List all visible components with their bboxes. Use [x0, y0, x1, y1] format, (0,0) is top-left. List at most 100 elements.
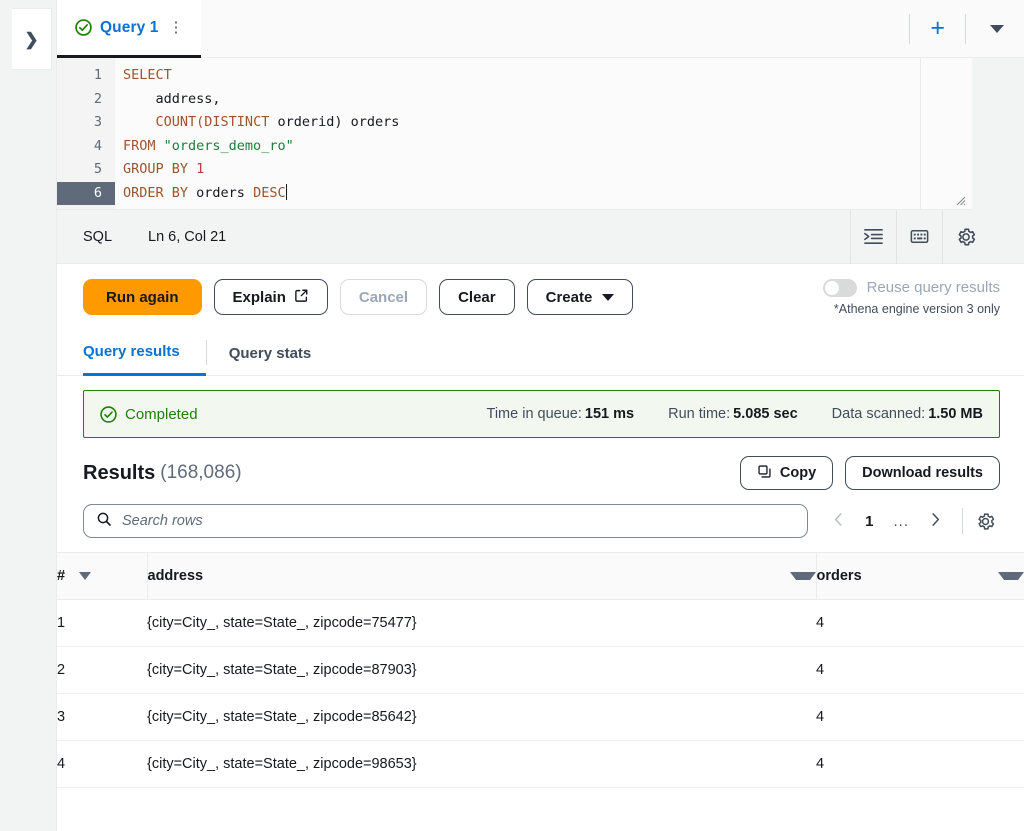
column-header-orders[interactable]: orders: [816, 553, 1024, 600]
line-number: 3: [57, 111, 115, 135]
query-tab-query-1[interactable]: Query 1 ⋮: [57, 0, 201, 58]
editor-settings-gear-icon[interactable]: [942, 210, 988, 264]
divider: [965, 14, 966, 44]
main-panel: Query 1 ⋮ + 1 2 3 4 5 6: [56, 0, 1024, 831]
results-tab-bar: Query results Query stats: [57, 330, 1024, 376]
sql-identifier: orderid: [269, 114, 334, 130]
cell-address: {city=City_, state=State_, zipcode=75477…: [147, 600, 816, 647]
editor-line-numbers: 1 2 3 4 5 6: [57, 58, 115, 210]
tab-query-results[interactable]: Query results: [83, 330, 206, 376]
table-header-row: # address: [57, 553, 1024, 600]
line-number: 4: [57, 135, 115, 159]
table-row[interactable]: 1 {city=City_, state=State_, zipcode=754…: [57, 600, 1024, 647]
tab-query-stats[interactable]: Query stats: [207, 330, 334, 376]
text-cursor: [286, 184, 287, 200]
chevron-right-icon: ❯: [24, 31, 38, 48]
pagination-ellipsis: ...: [883, 513, 919, 530]
reuse-query-results-group: Reuse query results *Athena engine versi…: [823, 279, 1000, 316]
toggle-knob: [825, 281, 839, 295]
check-circle-icon: [100, 406, 117, 423]
cell-index: 1: [57, 600, 147, 647]
pagination-page-1[interactable]: 1: [855, 513, 883, 530]
cell-address: {city=City_, state=State_, zipcode=98653…: [147, 741, 816, 788]
run-again-label: Run again: [106, 289, 179, 306]
pagination-next-button[interactable]: [919, 512, 952, 531]
clear-button[interactable]: Clear: [439, 279, 515, 315]
expand-sidebar-button[interactable]: ❯: [12, 8, 52, 70]
reuse-toggle-row[interactable]: Reuse query results: [823, 279, 1000, 297]
results-table: # address: [57, 552, 1024, 788]
sql-keyword: GROUP BY: [123, 161, 188, 177]
check-circle-icon: [75, 19, 92, 36]
reuse-query-results-label: Reuse query results: [867, 279, 1000, 296]
line-number: 2: [57, 88, 115, 112]
kebab-menu-icon[interactable]: ⋮: [166, 20, 185, 35]
table-head: # address: [57, 553, 1024, 600]
sql-identifier: orders: [188, 185, 253, 201]
line-number: 5: [57, 158, 115, 182]
editor-code-area[interactable]: SELECT address, COUNT(DISTINCT orderid) …: [115, 58, 920, 210]
table-row[interactable]: 4 {city=City_, state=State_, zipcode=986…: [57, 741, 1024, 788]
cell-index: 3: [57, 694, 147, 741]
column-header-index[interactable]: #: [57, 553, 147, 600]
tab-list-button[interactable]: [980, 25, 1018, 33]
editor-tool-icons: [850, 210, 1024, 264]
run-again-button[interactable]: Run again: [83, 279, 202, 315]
divider: [962, 508, 963, 534]
copy-button[interactable]: Copy: [740, 456, 833, 490]
table-row[interactable]: 3 {city=City_, state=State_, zipcode=856…: [57, 694, 1024, 741]
metric-value: 151 ms: [585, 406, 634, 422]
sql-keyword: FROM: [123, 138, 156, 154]
cell-address: {city=City_, state=State_, zipcode=87903…: [147, 647, 816, 694]
cursor-position-label: Ln 6, Col 21: [148, 229, 226, 245]
editor-status-bar: SQL Ln 6, Col 21: [57, 210, 1024, 264]
chevron-right-icon: [929, 512, 942, 531]
caret-down-icon: [602, 294, 614, 301]
code-line-3: COUNT(DISTINCT orderid) orders: [123, 111, 920, 135]
table-row[interactable]: 2 {city=City_, state=State_, zipcode=879…: [57, 647, 1024, 694]
format-indent-icon[interactable]: [850, 210, 896, 264]
sql-function: COUNT(: [156, 114, 205, 130]
copy-icon: [757, 464, 772, 483]
explain-label: Explain: [233, 289, 286, 306]
explain-button[interactable]: Explain: [214, 279, 328, 315]
metric-label: Run time:: [668, 406, 730, 422]
table-body: 1 {city=City_, state=State_, zipcode=754…: [57, 600, 1024, 788]
sort-icon[interactable]: [79, 572, 91, 580]
query-tab-strip: Query 1 ⋮ +: [57, 0, 1024, 58]
sql-keyword: DISTINCT: [204, 114, 269, 130]
chevron-down-icon: [990, 25, 1004, 33]
cancel-label: Cancel: [359, 289, 408, 306]
sql-string: "orders_demo_ro": [164, 138, 294, 154]
table-settings-gear-icon[interactable]: [971, 511, 1000, 532]
plus-icon[interactable]: +: [924, 16, 951, 41]
cell-address: {city=City_, state=State_, zipcode=85642…: [147, 694, 816, 741]
create-button[interactable]: Create: [527, 279, 634, 315]
sql-text: ) orders: [334, 114, 399, 130]
sort-icon[interactable]: [998, 572, 1024, 580]
reuse-query-results-toggle[interactable]: [823, 279, 857, 297]
chevron-left-icon: [832, 512, 845, 531]
pagination-current-page: 1: [865, 513, 873, 530]
sql-number: 1: [196, 161, 204, 177]
sql-keyword: ORDER BY: [123, 185, 188, 201]
metric-label: Data scanned:: [832, 406, 926, 422]
download-results-button[interactable]: Download results: [845, 456, 1000, 490]
query-actions: Run again Explain Cancel Clear Create: [57, 264, 1024, 330]
sort-icon[interactable]: [790, 572, 816, 580]
keyboard-shortcuts-icon[interactable]: [896, 210, 942, 264]
tab-query-results-label: Query results: [83, 343, 180, 360]
search-input[interactable]: Search rows: [83, 504, 808, 538]
pagination: 1 ...: [808, 508, 1000, 534]
results-title: Results: [83, 462, 155, 485]
resize-grip-icon[interactable]: [954, 194, 968, 208]
external-link-icon: [294, 288, 309, 307]
clear-label: Clear: [458, 289, 496, 306]
sql-editor[interactable]: 1 2 3 4 5 6 SELECT address, COUNT(DISTIN…: [57, 58, 1024, 210]
editor-minimap[interactable]: [920, 58, 972, 210]
pagination-prev-button: [822, 512, 855, 531]
cell-orders: 4: [816, 694, 1024, 741]
results-table-container: # address: [57, 538, 1024, 831]
column-header-address[interactable]: address: [147, 553, 816, 600]
sql-identifier: address,: [156, 91, 221, 107]
